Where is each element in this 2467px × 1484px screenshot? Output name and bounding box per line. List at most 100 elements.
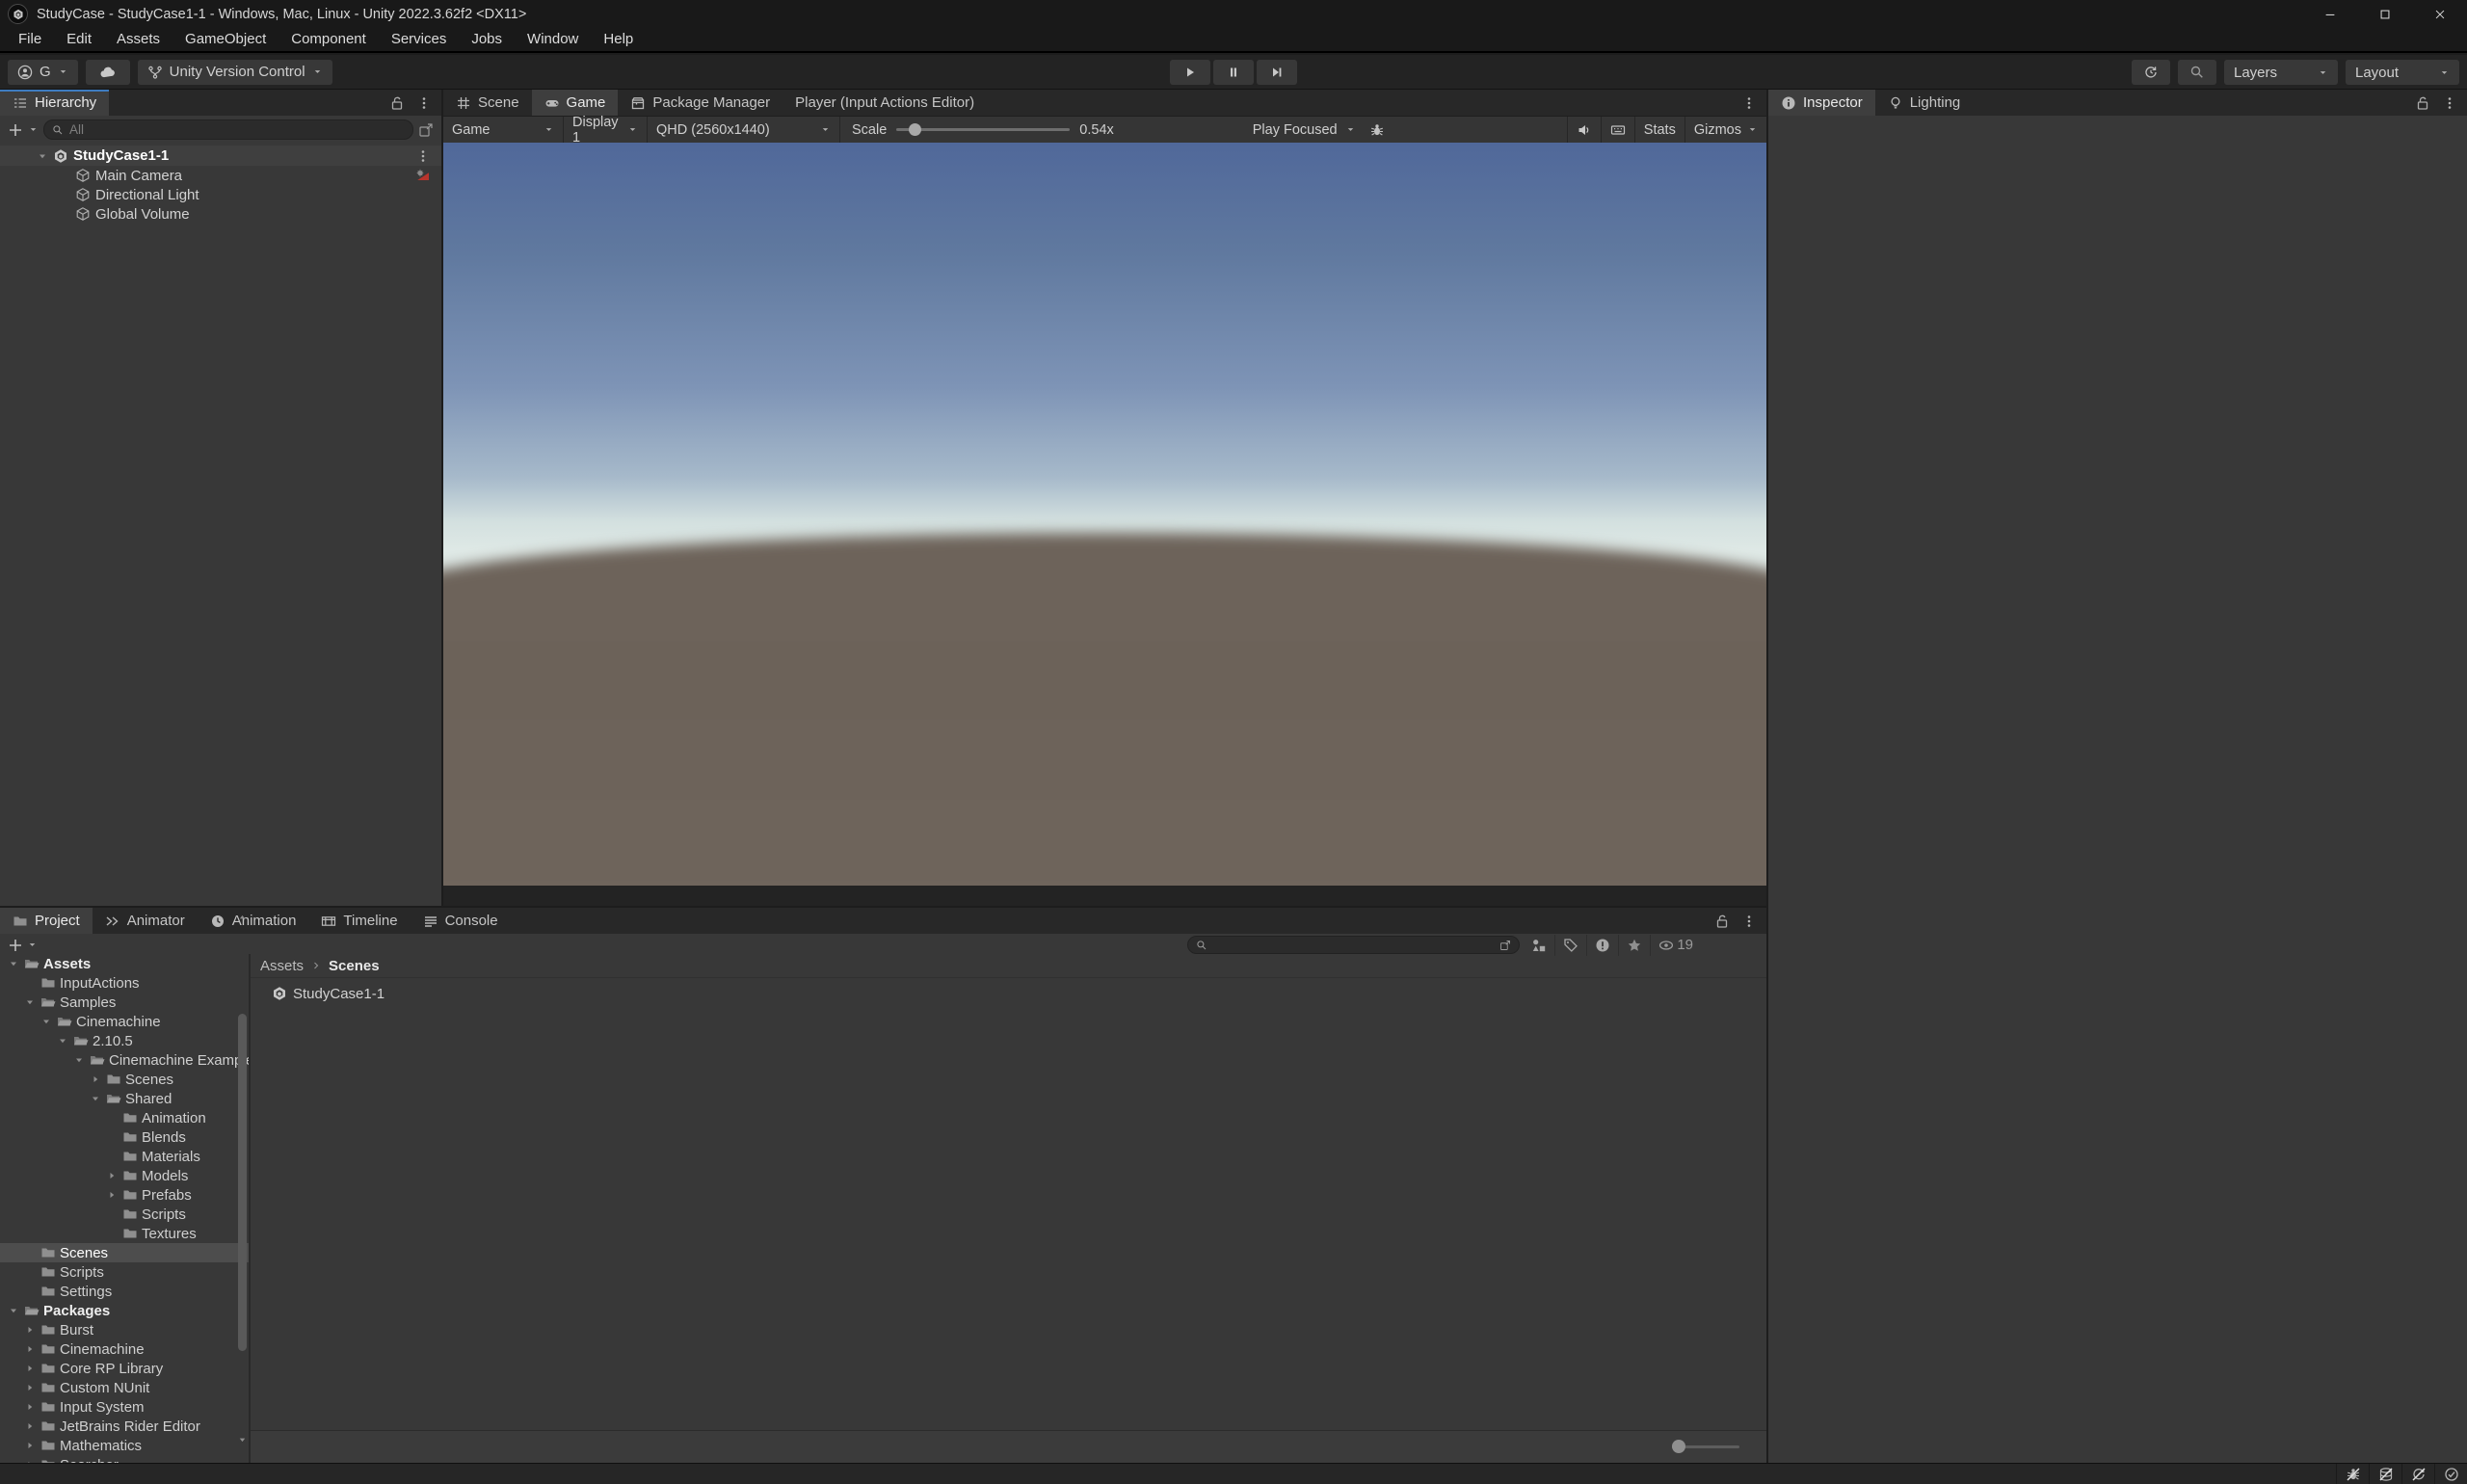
refresh-disabled-button[interactable] bbox=[2401, 1464, 2434, 1484]
hidden-count-button[interactable]: 19 bbox=[1650, 934, 1701, 956]
tree-item-animation[interactable]: Animation bbox=[0, 1108, 249, 1127]
layers-dropdown[interactable]: Layers bbox=[2224, 60, 2338, 85]
add-object-button[interactable] bbox=[8, 122, 23, 138]
menu-help[interactable]: Help bbox=[591, 28, 646, 51]
expand-arrow-icon[interactable] bbox=[22, 1382, 37, 1393]
kebab-menu-icon[interactable] bbox=[416, 95, 432, 111]
step-button[interactable] bbox=[1257, 60, 1297, 85]
expand-arrow-icon[interactable] bbox=[88, 1093, 102, 1104]
project-tab-project[interactable]: Project bbox=[0, 908, 93, 934]
tree-item-2-10-5[interactable]: 2.10.5 bbox=[0, 1031, 249, 1050]
expand-arrow-icon[interactable] bbox=[39, 1016, 53, 1027]
breadcrumb-scenes[interactable]: Scenes bbox=[329, 958, 380, 974]
menu-file[interactable]: File bbox=[6, 28, 54, 51]
kebab-menu-icon[interactable] bbox=[1741, 914, 1757, 929]
hierarchy-scene-row[interactable]: StudyCase1-1 bbox=[0, 146, 441, 166]
thumbnail-size-slider[interactable] bbox=[1672, 1440, 1739, 1453]
project-tab-timeline[interactable]: Timeline bbox=[308, 908, 410, 934]
menu-gameobject[interactable]: GameObject bbox=[172, 28, 279, 51]
inspector-tab-lighting[interactable]: Lighting bbox=[1875, 90, 1974, 116]
tree-item-blends[interactable]: Blends bbox=[0, 1127, 249, 1147]
vsync-keys-button[interactable] bbox=[1600, 117, 1634, 143]
scale-slider[interactable] bbox=[896, 123, 1071, 136]
menu-services[interactable]: Services bbox=[379, 28, 460, 51]
lock-icon[interactable] bbox=[1714, 914, 1730, 929]
tree-item-scenes[interactable]: Scenes bbox=[0, 1070, 249, 1089]
game-tab-package-manager[interactable]: Package Manager bbox=[618, 90, 783, 116]
global-search-button[interactable] bbox=[2178, 60, 2216, 85]
thumbnail-size-handle[interactable] bbox=[1672, 1440, 1685, 1453]
expand-arrow-icon[interactable] bbox=[22, 1440, 37, 1451]
tree-item-settings[interactable]: Settings bbox=[0, 1282, 249, 1301]
tab-hierarchy[interactable]: Hierarchy bbox=[0, 90, 110, 116]
status-ok-button[interactable] bbox=[2434, 1464, 2467, 1484]
focus-mode-dropdown[interactable]: Play Focused bbox=[1253, 122, 1385, 138]
kebab-menu-icon[interactable] bbox=[415, 148, 431, 164]
bug-disabled-button[interactable] bbox=[2336, 1464, 2369, 1484]
menu-assets[interactable]: Assets bbox=[104, 28, 172, 51]
tree-item-cinemachine[interactable]: Cinemachine bbox=[0, 1339, 249, 1359]
stats-button[interactable]: Stats bbox=[1633, 117, 1684, 143]
expand-arrow-icon[interactable] bbox=[22, 1401, 37, 1413]
hierarchy-item-global-volume[interactable]: Global Volume bbox=[0, 204, 441, 224]
resolution-dropdown[interactable]: QHD (2560x1440) bbox=[648, 117, 840, 143]
expand-arrow-icon[interactable] bbox=[22, 996, 37, 1008]
tree-scrollbar[interactable] bbox=[236, 908, 249, 1463]
chevron-down-icon[interactable] bbox=[28, 124, 39, 135]
tree-item-jetbrains-rider-editor[interactable]: JetBrains Rider Editor bbox=[0, 1417, 249, 1436]
gizmos-dropdown[interactable]: Gizmos bbox=[1684, 117, 1766, 143]
kebab-menu-icon[interactable] bbox=[2442, 95, 2457, 111]
filter-by-type-button[interactable] bbox=[1524, 935, 1554, 956]
expand-arrow-icon[interactable] bbox=[22, 1324, 37, 1336]
lock-icon[interactable] bbox=[2415, 95, 2430, 111]
game-tab-game[interactable]: Game bbox=[531, 90, 619, 116]
tree-item-burst[interactable]: Burst bbox=[0, 1320, 249, 1339]
picker-icon[interactable] bbox=[418, 122, 434, 138]
breadcrumb-assets[interactable]: Assets bbox=[260, 958, 304, 974]
menu-window[interactable]: Window bbox=[515, 28, 591, 51]
tree-item-packages[interactable]: Packages bbox=[0, 1301, 249, 1320]
tree-item-custom-nunit[interactable]: Custom NUnit bbox=[0, 1378, 249, 1397]
scroll-down-icon[interactable] bbox=[237, 1434, 248, 1445]
undo-history-button[interactable] bbox=[2132, 60, 2170, 85]
project-tab-animation[interactable]: Animation bbox=[198, 908, 309, 934]
tree-item-assets[interactable]: Assets bbox=[0, 954, 249, 973]
tree-item-scripts[interactable]: Scripts bbox=[0, 1205, 249, 1224]
tree-item-scenes[interactable]: Scenes bbox=[0, 1243, 249, 1262]
filter-importance-button[interactable] bbox=[1586, 934, 1618, 956]
tree-item-input-system[interactable]: Input System bbox=[0, 1397, 249, 1417]
tree-item-scripts[interactable]: Scripts bbox=[0, 1262, 249, 1282]
expand-arrow-icon[interactable] bbox=[55, 1035, 69, 1047]
chevron-down-icon[interactable] bbox=[27, 940, 38, 950]
version-control-button[interactable]: Unity Version Control bbox=[137, 59, 332, 85]
lock-icon[interactable] bbox=[389, 95, 405, 111]
tree-item-textures[interactable]: Textures bbox=[0, 1224, 249, 1243]
game-viewport[interactable] bbox=[443, 143, 1766, 886]
tree-item-samples[interactable]: Samples bbox=[0, 993, 249, 1012]
cloud-button[interactable] bbox=[85, 59, 130, 85]
file-studycase1-1[interactable]: StudyCase1-1 bbox=[251, 982, 1766, 1005]
tree-item-inputactions[interactable]: InputActions bbox=[0, 973, 249, 993]
expand-arrow-icon[interactable] bbox=[88, 1073, 102, 1085]
cache-disabled-button[interactable] bbox=[2369, 1464, 2401, 1484]
layout-dropdown[interactable]: Layout bbox=[2346, 60, 2459, 85]
project-tab-animator[interactable]: Animator bbox=[93, 908, 198, 934]
favorites-button[interactable] bbox=[1618, 934, 1650, 956]
scale-slider-handle[interactable] bbox=[908, 123, 921, 136]
menu-component[interactable]: Component bbox=[279, 28, 379, 51]
expand-arrow-icon[interactable] bbox=[37, 150, 48, 162]
kebab-menu-icon[interactable] bbox=[1741, 95, 1757, 111]
tree-item-core-rp-library[interactable]: Core RP Library bbox=[0, 1359, 249, 1378]
expand-arrow-icon[interactable] bbox=[22, 1420, 37, 1432]
project-tab-console[interactable]: Console bbox=[411, 908, 511, 934]
menu-jobs[interactable]: Jobs bbox=[459, 28, 515, 51]
add-asset-button[interactable] bbox=[8, 938, 23, 953]
tree-item-searcher[interactable]: Searcher bbox=[0, 1455, 249, 1463]
expand-arrow-icon[interactable] bbox=[71, 1054, 86, 1066]
filter-by-label-button[interactable] bbox=[1554, 934, 1586, 956]
picker-icon[interactable] bbox=[1499, 940, 1511, 951]
inspector-tab-inspector[interactable]: Inspector bbox=[1768, 90, 1875, 116]
tree-item-mathematics[interactable]: Mathematics bbox=[0, 1436, 249, 1455]
display-dropdown[interactable]: Display 1 bbox=[564, 115, 648, 146]
hierarchy-item-main-camera[interactable]: Main Camera bbox=[0, 166, 441, 185]
